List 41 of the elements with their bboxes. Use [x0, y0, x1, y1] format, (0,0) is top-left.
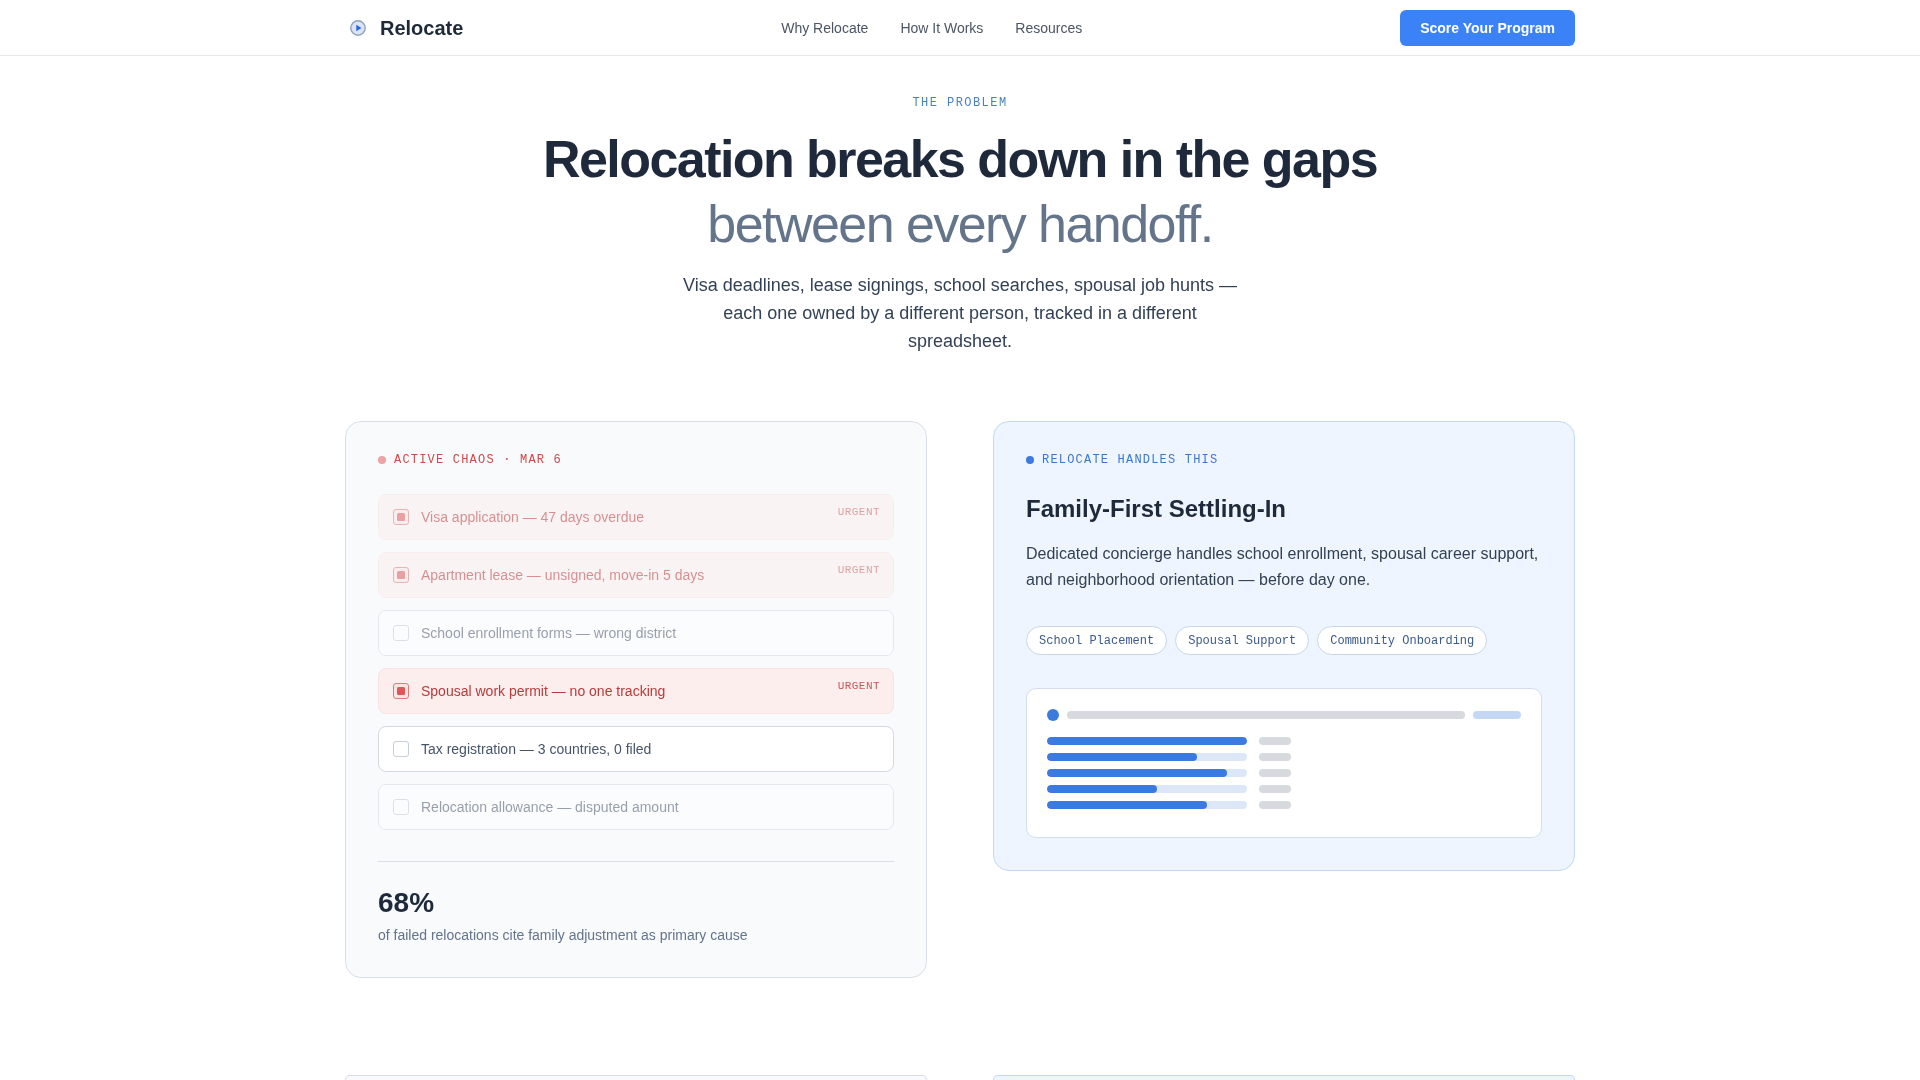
skeleton-line — [1259, 737, 1291, 745]
nav-link[interactable]: Resources — [1015, 18, 1083, 37]
score-program-button[interactable]: Score Your Program — [1400, 9, 1575, 46]
headline-subtitle: between every handoff. — [707, 194, 1213, 255]
card-label: RELOCATE HANDLES THIS — [1042, 452, 1219, 468]
urgent-tag: URGENT — [837, 505, 880, 519]
skeleton-line — [1259, 801, 1291, 809]
dot-icon — [1026, 456, 1034, 464]
feature-tag: Community Onboarding — [1317, 626, 1488, 655]
checkbox[interactable] — [393, 741, 409, 757]
checkbox[interactable] — [393, 567, 409, 583]
section-eyebrow: THE PROBLEM — [912, 95, 1008, 111]
dot-icon — [1047, 709, 1059, 721]
skeleton-line — [1259, 769, 1291, 777]
card-label: ACTIVE CHAOS · MAR 6 — [394, 452, 563, 468]
feature-tag: Spousal Support — [1175, 626, 1310, 655]
skeleton-line — [1473, 711, 1521, 719]
task-label: School enrollment forms — wrong district — [421, 624, 677, 642]
urgent-tag: URGENT — [837, 679, 880, 693]
skeleton-line — [1259, 785, 1291, 793]
task-label: Spousal work permit — no one tracking — [421, 682, 666, 700]
task-label: Visa application — 47 days overdue — [421, 508, 645, 526]
task-label: Apartment lease — unsigned, move-in 5 days — [421, 566, 705, 584]
urgent-tag: URGENT — [837, 563, 880, 577]
task-label: Tax registration — 3 countries, 0 filed — [421, 740, 652, 758]
nav-link[interactable]: Why Relocate — [781, 18, 869, 37]
card-description: Dedicated concierge handles school enrollment, spousal career support, and neighborhood orientation — before day one. — [1026, 544, 1540, 590]
nav-link[interactable]: How It Works — [900, 18, 984, 37]
skeleton-line — [1259, 753, 1291, 761]
brand-name: Relocate — [380, 15, 464, 40]
intro-paragraph: Visa deadlines, lease signings, school searches, spousal job hunts — each one owned by a different person, tracked in a different spreadsheet. — [682, 274, 1238, 353]
play-icon — [350, 19, 366, 36]
headline: Relocation breaks down in the gaps — [543, 129, 1377, 190]
feature-tag: School Placement — [1026, 626, 1168, 655]
checkbox[interactable] — [393, 683, 409, 699]
stat-value: 68% — [378, 886, 435, 920]
card-title: Family-First Settling-In — [1026, 494, 1286, 524]
task-label: Relocation allowance — disputed amount — [421, 798, 679, 816]
stat-caption: of failed relocations cite family adjustment as primary cause — [378, 926, 748, 945]
dot-icon — [378, 456, 386, 464]
checkbox[interactable] — [393, 509, 409, 525]
